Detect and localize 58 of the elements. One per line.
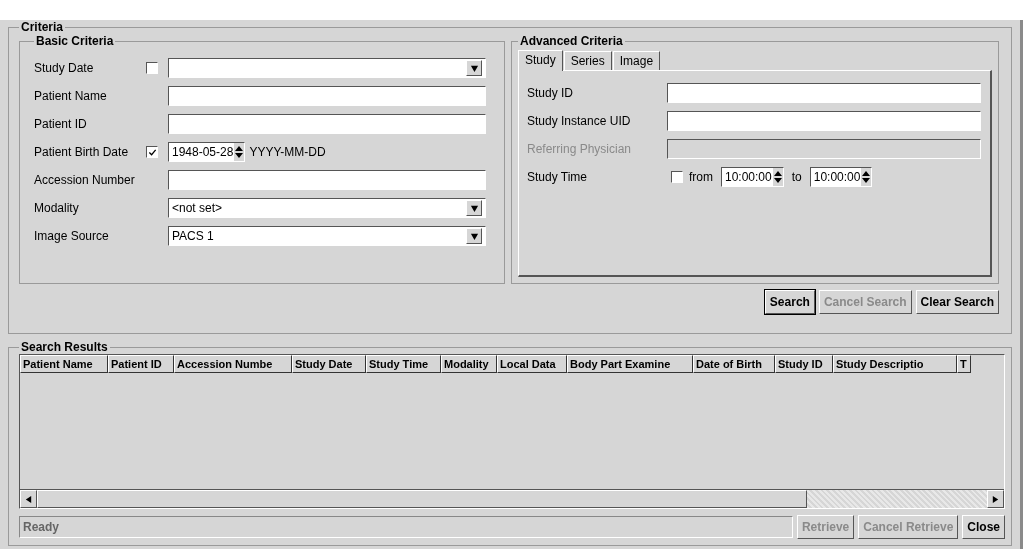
status-text: Ready: [19, 516, 793, 538]
button[interactable]: Clear Search: [915, 290, 999, 314]
section-title: Criteria: [20, 20, 65, 34]
column-header[interactable]: Date of Birth: [693, 355, 775, 373]
dropdown[interactable]: [168, 58, 486, 78]
checkbox[interactable]: [146, 62, 158, 74]
input-field[interactable]: [168, 170, 486, 190]
dropdown[interactable]: <not set>: [168, 198, 486, 218]
column-header[interactable]: Modality: [441, 355, 497, 373]
column-header[interactable]: Study Descriptio: [833, 355, 957, 373]
column-header[interactable]: Patient ID: [108, 355, 174, 373]
date-spinner[interactable]: 1948-05-28: [168, 142, 246, 162]
field-label: Accession Number: [34, 173, 136, 187]
input-field[interactable]: [168, 86, 486, 106]
column-header[interactable]: Local Data: [497, 355, 567, 373]
field-label: Study Time: [527, 170, 589, 184]
field-label: Patient Name: [34, 89, 108, 103]
to-label: to: [791, 170, 802, 184]
column-header[interactable]: Accession Numbe: [174, 355, 292, 373]
from-label: from: [689, 170, 713, 184]
field-label: Patient ID: [34, 117, 88, 131]
field-label: Study Instance UID: [527, 114, 632, 128]
checkbox[interactable]: [146, 146, 158, 158]
input-field[interactable]: [168, 114, 486, 134]
spinner-arrows-icon: [772, 168, 783, 186]
input-field[interactable]: [667, 111, 981, 131]
time-spinner[interactable]: 10:00:00: [721, 167, 784, 187]
column-header[interactable]: Body Part Examine: [567, 355, 693, 373]
spinner-arrows-icon: [861, 168, 872, 186]
caret-icon: [466, 228, 482, 244]
button[interactable]: Close: [962, 515, 1005, 539]
checkbox[interactable]: [671, 171, 683, 183]
field-label: Patient Birth Date: [34, 145, 130, 159]
button[interactable]: Search: [764, 290, 815, 314]
section-title: Basic Criteria: [35, 34, 115, 48]
spinner-arrows-icon: [234, 143, 245, 161]
input-field[interactable]: [667, 83, 981, 103]
dropdown[interactable]: PACS 1: [168, 226, 486, 246]
caret-icon: [466, 200, 482, 216]
horizontal-scrollbar[interactable]: [20, 489, 1004, 508]
tab[interactable]: Image: [612, 51, 661, 70]
tab[interactable]: Series: [563, 51, 612, 70]
caret-icon: [466, 60, 482, 76]
field-label: Image Source: [34, 229, 110, 243]
section-title: Search Results: [20, 340, 109, 354]
column-header[interactable]: Study Time: [366, 355, 441, 373]
field-label: Referring Physician: [527, 142, 633, 156]
column-header[interactable]: Study ID: [775, 355, 833, 373]
field-label: Study ID: [527, 86, 575, 100]
column-header[interactable]: Patient Name: [20, 355, 108, 373]
format-hint: YYYY-MM-DD: [249, 145, 326, 159]
field-label: Study Date: [34, 61, 95, 75]
tab[interactable]: Study: [518, 50, 563, 71]
field-label: Modality: [34, 201, 80, 215]
section-title: Advanced Criteria: [519, 34, 624, 48]
column-header[interactable]: T: [957, 355, 971, 373]
time-spinner[interactable]: 10:00:00: [809, 167, 873, 187]
column-header[interactable]: Study Date: [292, 355, 366, 373]
